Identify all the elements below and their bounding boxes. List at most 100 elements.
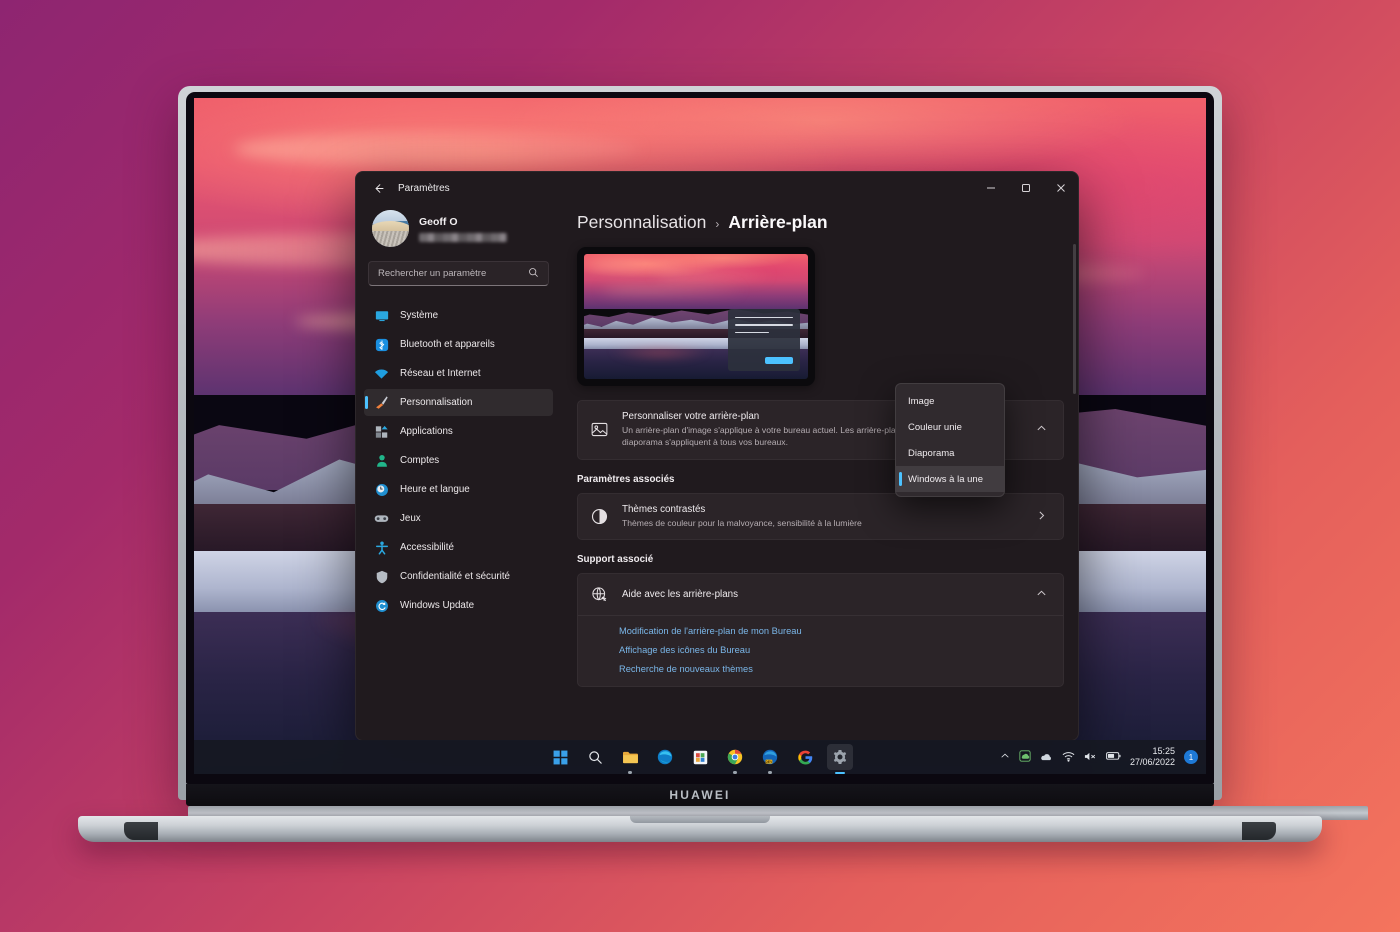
sidebar-item-reseau[interactable]: Réseau et Internet bbox=[364, 360, 553, 387]
microsoft-edge-icon[interactable] bbox=[652, 744, 678, 770]
taskbar-clock[interactable]: 15:25 27/06/2022 bbox=[1130, 746, 1175, 769]
preview-wallpaper bbox=[584, 254, 808, 379]
help-card: Aide avec les arrière-plans Modification… bbox=[577, 573, 1064, 688]
sidebar-item-label: Applications bbox=[400, 426, 453, 437]
clock-date: 27/06/2022 bbox=[1129, 757, 1175, 767]
laptop-brand-chin: HUAWEI bbox=[186, 784, 1214, 806]
contrast-themes-card[interactable]: Thèmes contrastés Thèmes de couleur pour… bbox=[577, 492, 1064, 541]
help-link[interactable]: Modification de l'arrière-plan de mon Bu… bbox=[619, 626, 1051, 636]
taskbar-icons: DEV bbox=[547, 744, 853, 774]
window-title: Paramètres bbox=[398, 182, 450, 194]
breadcrumb-separator: › bbox=[715, 217, 720, 231]
sidebar-item-label: Comptes bbox=[400, 455, 440, 466]
edge-dev-icon[interactable]: DEV bbox=[757, 744, 783, 774]
laptop-base bbox=[78, 806, 1368, 846]
screen-content: Paramètres Geoff O Rechercher un paramèt… bbox=[194, 98, 1206, 774]
settings-icon[interactable] bbox=[827, 744, 853, 774]
chevron-up-icon[interactable] bbox=[1032, 588, 1051, 602]
help-links: Modification de l'arrière-plan de mon Bu… bbox=[578, 615, 1063, 686]
window-titlebar: Paramètres bbox=[356, 172, 1078, 204]
google-chrome-icon[interactable] bbox=[722, 744, 748, 774]
update-icon bbox=[374, 598, 389, 613]
accessibility-icon bbox=[374, 540, 389, 555]
breadcrumb: Personnalisation › Arrière-plan bbox=[577, 212, 1064, 233]
help-globe-icon bbox=[590, 585, 609, 604]
dropdown-option-couleur-unie[interactable]: Couleur unie bbox=[896, 414, 1004, 440]
profile-email-masked bbox=[419, 232, 507, 242]
onedrive-icon[interactable] bbox=[1019, 750, 1031, 764]
chevron-up-icon[interactable] bbox=[1032, 423, 1051, 437]
card-title: Thèmes contrastés bbox=[622, 503, 706, 515]
content-pane: Personnalisation › Arrière-plan Personna… bbox=[561, 204, 1078, 740]
volume-muted-icon[interactable] bbox=[1084, 751, 1097, 764]
sidebar-item-confidentialite[interactable]: Confidentialité et sécurité bbox=[364, 563, 553, 590]
help-link[interactable]: Affichage des icônes du Bureau bbox=[619, 645, 1051, 655]
person-icon bbox=[374, 453, 389, 468]
search-box[interactable] bbox=[368, 261, 549, 286]
sidebar-item-label: Système bbox=[400, 310, 439, 321]
sidebar-item-label: Heure et langue bbox=[400, 484, 470, 495]
laptop-mockup: Paramètres Geoff O Rechercher un paramèt… bbox=[0, 0, 1400, 932]
notification-badge[interactable]: 1 bbox=[1184, 750, 1198, 764]
shield-icon bbox=[374, 569, 389, 584]
sidebar-item-label: Personnalisation bbox=[400, 397, 473, 408]
microsoft-store-icon[interactable] bbox=[687, 744, 713, 770]
sidebar-item-label: Réseau et Internet bbox=[400, 368, 481, 379]
paintbrush-icon bbox=[374, 395, 389, 410]
minimize-button[interactable] bbox=[973, 172, 1008, 204]
image-icon bbox=[590, 420, 609, 439]
chevron-right-icon[interactable] bbox=[1032, 510, 1051, 524]
brand-label: HUAWEI bbox=[669, 788, 731, 802]
taskbar: DEV 15:25 27/06/2022 1 bbox=[194, 740, 1206, 774]
file-explorer-icon[interactable] bbox=[617, 744, 643, 774]
sidebar-item-jeux[interactable]: Jeux bbox=[364, 505, 553, 532]
sidebar-nav: Système Bluetooth et appareils Réseau et… bbox=[364, 302, 553, 619]
sidebar-item-accessibilite[interactable]: Accessibilité bbox=[364, 534, 553, 561]
google-icon[interactable] bbox=[792, 744, 818, 770]
chevron-up-icon[interactable] bbox=[1000, 751, 1010, 763]
sidebar-item-label: Confidentialité et sécurité bbox=[400, 571, 511, 582]
clock-time: 15:25 bbox=[1152, 745, 1175, 756]
gamepad-icon bbox=[374, 511, 389, 526]
battery-icon[interactable] bbox=[1106, 751, 1121, 763]
help-link[interactable]: Recherche de nouveaux thèmes bbox=[619, 664, 1051, 674]
user-profile[interactable]: Geoff O bbox=[364, 204, 553, 247]
sidebar-item-applications[interactable]: Applications bbox=[364, 418, 553, 445]
search-icon[interactable] bbox=[582, 744, 608, 770]
sidebar-item-personnalisation[interactable]: Personnalisation bbox=[364, 389, 553, 416]
svg-text:DEV: DEV bbox=[766, 760, 774, 764]
preview-dialog bbox=[728, 309, 800, 371]
avatar bbox=[372, 210, 409, 247]
content-scrollbar[interactable] bbox=[1073, 244, 1076, 394]
dropdown-option-image[interactable]: Image bbox=[896, 388, 1004, 414]
help-expander-row[interactable]: Aide avec les arrière-plans bbox=[578, 574, 1063, 615]
cloud-icon[interactable] bbox=[1040, 751, 1053, 764]
sidebar-item-label: Windows Update bbox=[400, 600, 475, 611]
window-controls bbox=[973, 172, 1078, 204]
background-preview bbox=[577, 247, 815, 386]
search-input[interactable] bbox=[378, 268, 528, 279]
clock-icon bbox=[374, 482, 389, 497]
sidebar-item-bluetooth[interactable]: Bluetooth et appareils bbox=[364, 331, 553, 358]
dropdown-option-diaporama[interactable]: Diaporama bbox=[896, 440, 1004, 466]
sidebar-item-systeme[interactable]: Système bbox=[364, 302, 553, 329]
sidebar: Geoff O Rechercher un paramètre Système … bbox=[356, 204, 561, 740]
dropdown-option-windows-a-la-une[interactable]: Windows à la une bbox=[896, 466, 1004, 492]
wifi-icon[interactable] bbox=[1062, 751, 1075, 764]
breadcrumb-parent[interactable]: Personnalisation bbox=[577, 212, 706, 233]
sidebar-item-heure-langue[interactable]: Heure et langue bbox=[364, 476, 553, 503]
sidebar-item-comptes[interactable]: Comptes bbox=[364, 447, 553, 474]
start-icon[interactable] bbox=[547, 744, 573, 770]
sidebar-item-label: Accessibilité bbox=[400, 542, 454, 553]
sidebar-item-windows-update[interactable]: Windows Update bbox=[364, 592, 553, 619]
sidebar-item-label: Bluetooth et appareils bbox=[400, 339, 495, 350]
contrast-icon bbox=[590, 507, 609, 526]
support-heading: Support associé bbox=[577, 554, 654, 566]
system-tray: 15:25 27/06/2022 1 bbox=[1000, 746, 1198, 769]
monitor-icon bbox=[374, 308, 389, 323]
back-button[interactable] bbox=[364, 175, 392, 201]
bluetooth-icon bbox=[374, 337, 389, 352]
settings-window: Paramètres Geoff O Rechercher un paramèt… bbox=[355, 171, 1079, 741]
close-button[interactable] bbox=[1043, 172, 1078, 204]
maximize-button[interactable] bbox=[1008, 172, 1043, 204]
